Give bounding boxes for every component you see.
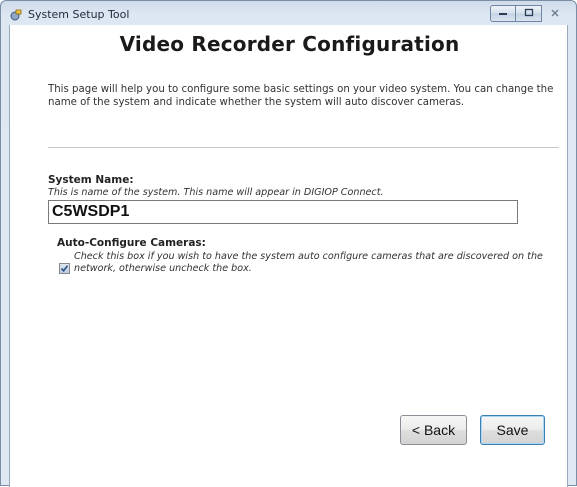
- system-name-input[interactable]: [48, 200, 518, 224]
- section-divider: [48, 147, 559, 148]
- system-name-help: This is name of the system. This name wi…: [48, 187, 384, 198]
- close-icon: [550, 8, 560, 20]
- maximize-icon: [524, 8, 534, 20]
- back-button[interactable]: < Back: [400, 415, 467, 445]
- caption-buttons: [490, 5, 568, 23]
- minimize-button[interactable]: [490, 5, 516, 22]
- save-button[interactable]: Save: [480, 415, 545, 445]
- intro-text: This page will help you to configure som…: [48, 84, 554, 108]
- close-button[interactable]: [542, 5, 568, 22]
- title-bar[interactable]: System Setup Tool: [1, 1, 576, 25]
- minimize-icon: [498, 8, 508, 19]
- auto-configure-help: Check this box if you wish to have the s…: [74, 251, 543, 274]
- system-name-label: System Name:: [48, 174, 134, 186]
- app-icon: [9, 7, 23, 21]
- maximize-button[interactable]: [516, 5, 542, 22]
- window-title: System Setup Tool: [28, 8, 130, 21]
- dialog-content: Video Recorder Configuration This page w…: [9, 25, 568, 487]
- auto-configure-label: Auto-Configure Cameras:: [57, 237, 206, 249]
- app-window: System Setup Tool Video Recorder Configu…: [0, 0, 577, 487]
- page-title: Video Recorder Configuration: [119, 32, 460, 56]
